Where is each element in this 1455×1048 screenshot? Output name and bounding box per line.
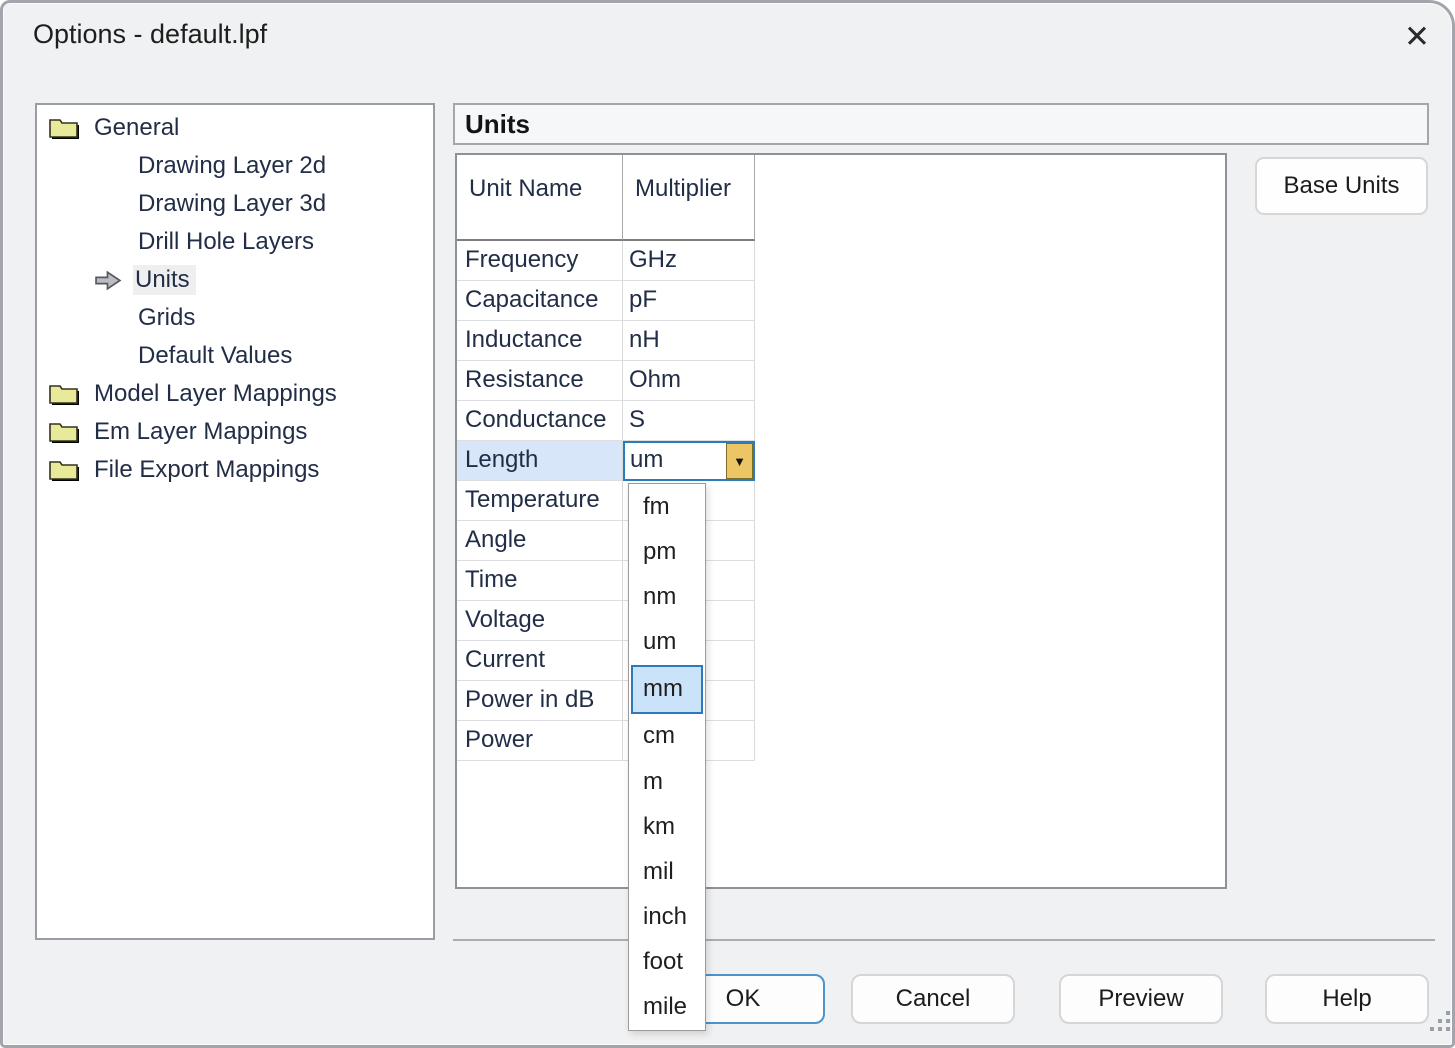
tree-item-general[interactable]: General	[37, 109, 433, 147]
tree-item-units[interactable]: Units	[37, 261, 433, 299]
dropdown-item-um[interactable]: um	[629, 620, 705, 665]
options-dialog: Options - default.lpf ✕ General Drawing …	[0, 0, 1455, 1048]
combobox-value: um	[625, 443, 726, 479]
table-row-angle: Angle	[457, 521, 755, 561]
column-header-unit-name: Unit Name	[457, 155, 623, 241]
unit-name-cell[interactable]: Resistance	[457, 361, 623, 400]
table-row-temperature: Temperature	[457, 481, 755, 521]
preview-button[interactable]: Preview	[1059, 974, 1223, 1024]
folder-icon	[47, 381, 81, 408]
unit-name-cell[interactable]: Current	[457, 641, 623, 680]
dropdown-item-mile[interactable]: mile	[629, 985, 705, 1030]
unit-name-cell[interactable]: Angle	[457, 521, 623, 560]
tree-item-model-layer-mappings[interactable]: Model Layer Mappings	[37, 375, 433, 413]
multiplier-cell[interactable]: nH	[623, 321, 754, 360]
table-row-time: Time	[457, 561, 755, 601]
close-button[interactable]: ✕	[1393, 13, 1441, 61]
dropdown-item-foot[interactable]: foot	[629, 940, 705, 985]
column-header-multiplier: Multiplier	[623, 155, 755, 241]
unit-name-cell[interactable]: Voltage	[457, 601, 623, 640]
dropdown-item-pm[interactable]: pm	[629, 529, 705, 574]
resize-grip[interactable]	[1430, 1027, 1434, 1031]
cancel-button[interactable]: Cancel	[851, 974, 1015, 1024]
close-icon: ✕	[1404, 19, 1430, 55]
selected-arrow-icon	[95, 270, 122, 291]
table-row-power-in-db: Power in dB	[457, 681, 755, 721]
dropdown-item-nm[interactable]: nm	[629, 574, 705, 619]
tree-item-file-export-mappings[interactable]: File Export Mappings	[37, 451, 433, 489]
folder-icon	[47, 419, 81, 446]
unit-name-cell[interactable]: Time	[457, 561, 623, 600]
base-units-button[interactable]: Base Units	[1255, 157, 1428, 215]
combobox-dropdown-button[interactable]: ▼	[726, 443, 753, 479]
tree-item-grids[interactable]: Grids	[37, 299, 433, 337]
multiplier-cell[interactable]: GHz	[623, 241, 754, 280]
tree-item-label: Units	[133, 265, 196, 295]
table-row-voltage: Voltage	[457, 601, 755, 641]
tree-item-drill-hole-layers[interactable]: Drill Hole Layers	[37, 223, 433, 261]
table-row-capacitance: Capacitance pF	[457, 281, 755, 321]
unit-name-cell[interactable]: Conductance	[457, 401, 623, 440]
multiplier-cell[interactable]: Ohm	[623, 361, 754, 400]
tree-item-label: Drill Hole Layers	[138, 228, 314, 256]
tree-item-label: Em Layer Mappings	[94, 418, 307, 446]
tree-item-em-layer-mappings[interactable]: Em Layer Mappings	[37, 413, 433, 451]
settings-tree: General Drawing Layer 2d Drawing Layer 3…	[35, 103, 435, 940]
folder-icon	[47, 457, 81, 484]
multiplier-cell[interactable]: pF	[623, 281, 754, 320]
table-row-current: Current	[457, 641, 755, 681]
tree-item-label: Model Layer Mappings	[94, 380, 337, 408]
dropdown-item-cm[interactable]: cm	[629, 714, 705, 759]
table-row-power: Power	[457, 721, 755, 761]
dialog-title: Options - default.lpf	[33, 19, 267, 50]
units-table: Unit Name Multiplier Frequency GHz Capac…	[455, 153, 1227, 889]
unit-name-cell[interactable]: Power in dB	[457, 681, 623, 720]
dropdown-item-mm[interactable]: mm	[631, 665, 703, 714]
tree-item-drawing-layer-3d[interactable]: Drawing Layer 3d	[37, 185, 433, 223]
unit-name-cell[interactable]: Temperature	[457, 481, 623, 520]
unit-name-cell[interactable]: Capacitance	[457, 281, 623, 320]
footer-separator	[453, 939, 1435, 941]
tree-item-label: File Export Mappings	[94, 456, 319, 484]
tree-item-label: Grids	[138, 304, 195, 332]
multiplier-cell[interactable]: S	[623, 401, 754, 440]
unit-name-cell[interactable]: Power	[457, 721, 623, 760]
dropdown-item-m[interactable]: m	[629, 759, 705, 804]
dropdown-item-mil[interactable]: mil	[629, 849, 705, 894]
table-row-resistance: Resistance Ohm	[457, 361, 755, 401]
folder-icon	[47, 115, 81, 142]
unit-name-cell[interactable]: Frequency	[457, 241, 623, 280]
length-unit-dropdown: fm pm nm um mm cm m km mil inch foot mil…	[628, 483, 706, 1031]
help-button[interactable]: Help	[1265, 974, 1429, 1024]
tree-item-default-values[interactable]: Default Values	[37, 337, 433, 375]
tree-item-drawing-layer-2d[interactable]: Drawing Layer 2d	[37, 147, 433, 185]
tree-item-label: Drawing Layer 2d	[138, 152, 326, 180]
tree-item-label: General	[94, 114, 179, 142]
table-row-frequency: Frequency GHz	[457, 241, 755, 281]
panel-header: Units	[453, 103, 1429, 145]
table-row-conductance: Conductance S	[457, 401, 755, 441]
dropdown-item-fm[interactable]: fm	[629, 484, 705, 529]
page-title: Units	[465, 109, 530, 140]
length-multiplier-combobox[interactable]: um ▼	[623, 441, 755, 481]
tree-item-label: Default Values	[138, 342, 292, 370]
tree-item-label: Drawing Layer 3d	[138, 190, 326, 218]
unit-name-cell[interactable]: Length	[457, 441, 623, 480]
unit-name-cell[interactable]: Inductance	[457, 321, 623, 360]
screenshot: Options - default.lpf ✕ General Drawing …	[0, 0, 1455, 1048]
chevron-down-icon: ▼	[733, 454, 746, 469]
dropdown-item-km[interactable]: km	[629, 804, 705, 849]
table-row-inductance: Inductance nH	[457, 321, 755, 361]
dropdown-item-inch[interactable]: inch	[629, 895, 705, 940]
